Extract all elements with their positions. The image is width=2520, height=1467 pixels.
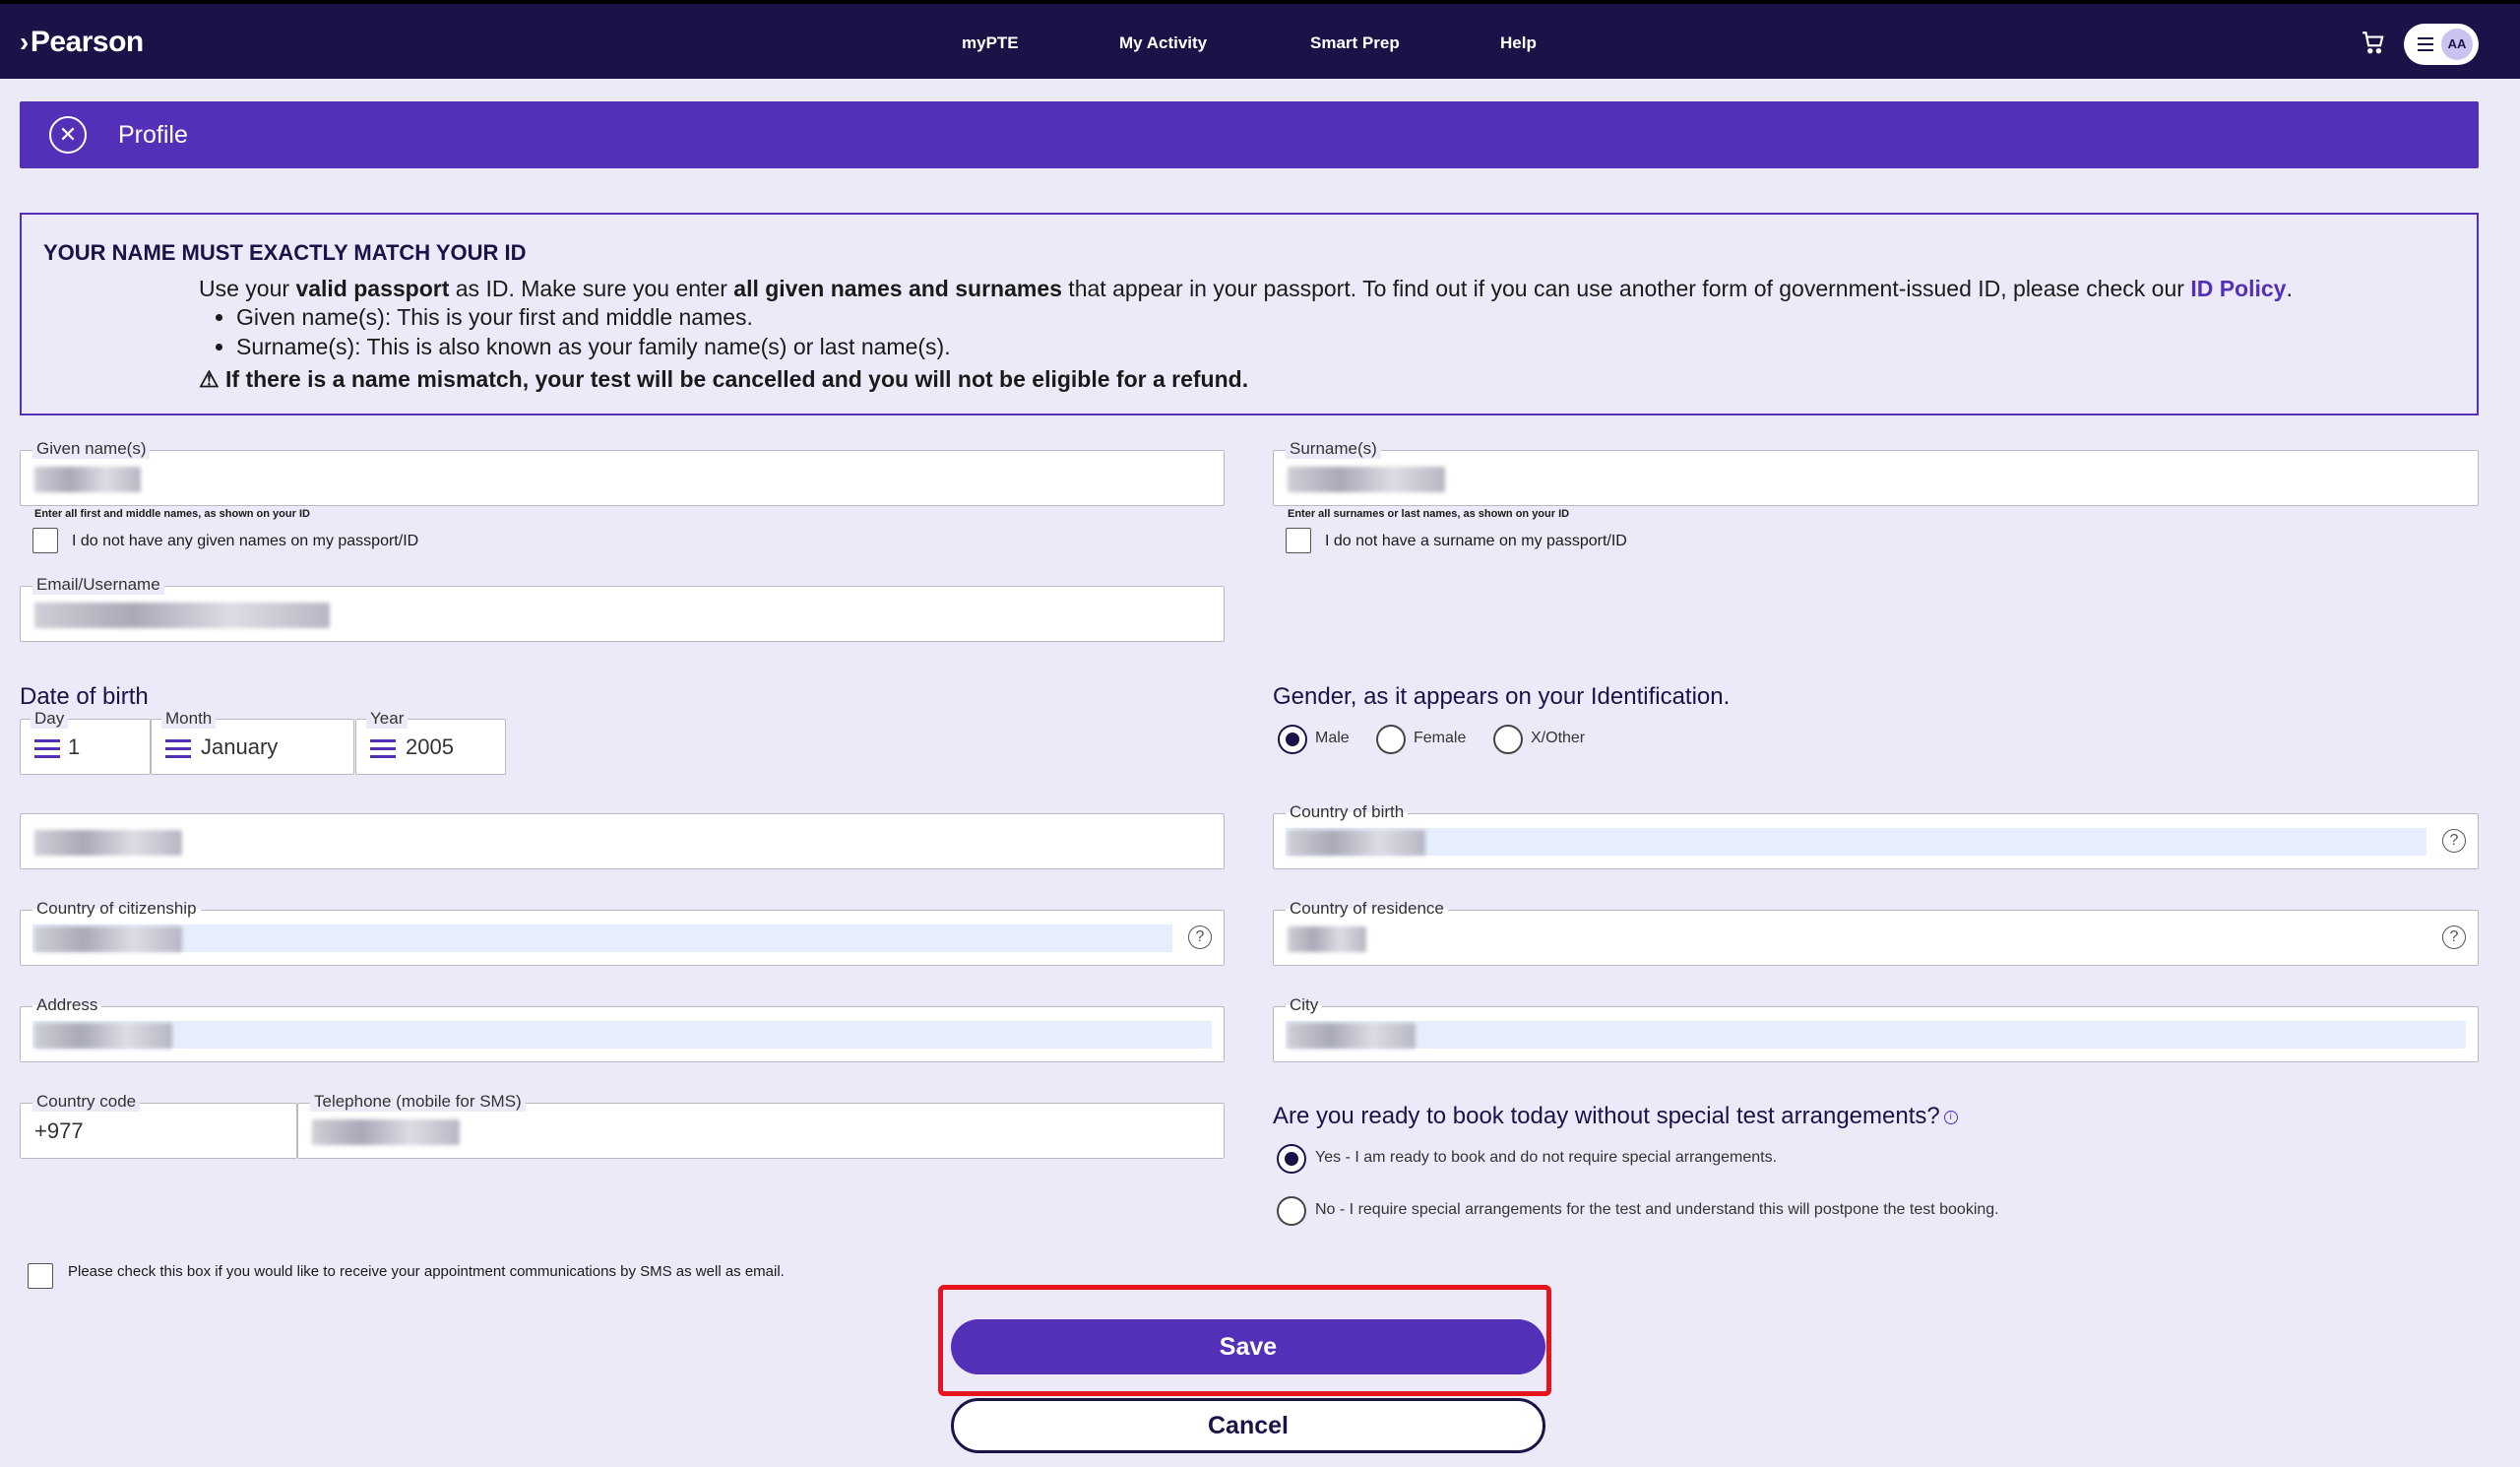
surname-input[interactable]: Surname(s)	[1273, 439, 2479, 506]
day-select[interactable]: Day 1	[20, 709, 151, 775]
profile-header-bar: ✕ Profile	[20, 101, 2479, 168]
nav-mypte[interactable]: myPTE	[962, 33, 1019, 53]
telephone-input[interactable]: Telephone (mobile for SMS)	[297, 1092, 1225, 1159]
no-surname-label: I do not have a surname on my passport/I…	[1325, 533, 1627, 549]
nav-smart-prep[interactable]: Smart Prep	[1310, 33, 1400, 53]
given-names-input[interactable]: Given name(s)	[20, 439, 1225, 506]
gender-female-radio[interactable]	[1376, 725, 1406, 754]
cancel-button[interactable]: Cancel	[951, 1398, 1545, 1453]
month-select[interactable]: Month January	[151, 709, 354, 775]
gender-female-label: Female	[1414, 730, 1467, 746]
help-icon[interactable]: ?	[2442, 829, 2466, 853]
no-given-names-checkbox[interactable]	[32, 528, 58, 553]
notice-text: Use your valid passport as ID. Make sure…	[199, 276, 2293, 301]
gender-heading: Gender, as it appears on your Identifica…	[1273, 683, 1731, 710]
ready-no-label: No - I require special arrangements for …	[1315, 1201, 1999, 1218]
nav-my-activity[interactable]: My Activity	[1119, 33, 1207, 53]
nav-help[interactable]: Help	[1500, 33, 1537, 53]
info-icon[interactable]: i	[1943, 1110, 1958, 1124]
top-navigation: ›Pearson myPTE My Activity Smart Prep He…	[0, 0, 2520, 79]
list-item: Given name(s): This is your first and mi…	[236, 303, 951, 331]
no-given-names-label: I do not have any given names on my pass…	[72, 533, 419, 549]
country-code-input[interactable]: Country code +977	[20, 1092, 297, 1159]
close-icon[interactable]: ✕	[49, 116, 87, 154]
list-icon	[34, 739, 60, 761]
sms-opt-in-label: Please check this box if you would like …	[68, 1263, 785, 1280]
notice-heading: YOUR NAME MUST EXACTLY MATCH YOUR ID	[43, 240, 527, 265]
country-of-residence-input[interactable]: Country of residence ?	[1273, 899, 2479, 966]
gender-male-label: Male	[1315, 730, 1350, 746]
name-match-notice: YOUR NAME MUST EXACTLY MATCH YOUR ID Use…	[20, 213, 2479, 415]
ready-yes-radio[interactable]	[1277, 1144, 1306, 1174]
place-of-birth-input[interactable]	[20, 813, 1225, 869]
email-input[interactable]: Email/Username	[20, 575, 1225, 642]
warning-icon: ⚠	[199, 366, 220, 392]
no-surname-checkbox[interactable]	[1286, 528, 1311, 553]
dob-heading: Date of birth	[20, 683, 149, 710]
sms-opt-in-checkbox[interactable]	[28, 1263, 53, 1289]
notice-warning: ⚠ If there is a name mismatch, your test…	[199, 366, 1249, 392]
list-icon	[370, 739, 396, 761]
pearson-mark-icon: ›	[20, 27, 29, 57]
help-icon[interactable]: ?	[2442, 925, 2466, 949]
pearson-logo[interactable]: ›Pearson	[20, 26, 144, 59]
account-menu-button[interactable]: AA	[2404, 24, 2479, 65]
cart-icon[interactable]	[2361, 30, 2386, 55]
notice-list: Given name(s): This is your first and mi…	[236, 303, 951, 362]
surname-hint: Enter all surnames or last names, as sho…	[1288, 508, 1570, 520]
given-names-hint: Enter all first and middle names, as sho…	[34, 508, 310, 520]
ready-no-radio[interactable]	[1277, 1196, 1306, 1226]
gender-other-label: X/Other	[1531, 730, 1586, 746]
page-title: Profile	[118, 121, 188, 149]
help-icon[interactable]: ?	[1188, 925, 1212, 949]
gender-male-radio[interactable]	[1278, 725, 1307, 754]
avatar: AA	[2441, 29, 2473, 60]
list-item: Surname(s): This is also known as your f…	[236, 333, 951, 360]
gender-other-radio[interactable]	[1493, 725, 1523, 754]
ready-yes-label: Yes - I am ready to book and do not requ…	[1315, 1149, 1778, 1166]
address-input[interactable]: Address	[20, 995, 1225, 1062]
year-select[interactable]: Year 2005	[355, 709, 506, 775]
ready-to-book-heading: Are you ready to book today without spec…	[1273, 1103, 1958, 1130]
country-of-birth-input[interactable]: Country of birth ?	[1273, 802, 2479, 869]
city-input[interactable]: City	[1273, 995, 2479, 1062]
list-icon	[165, 739, 191, 761]
save-button[interactable]: Save	[951, 1319, 1545, 1374]
id-policy-link[interactable]: ID Policy	[2190, 276, 2286, 301]
hamburger-icon	[2418, 37, 2433, 51]
country-of-citizenship-input[interactable]: Country of citizenship ?	[20, 899, 1225, 966]
